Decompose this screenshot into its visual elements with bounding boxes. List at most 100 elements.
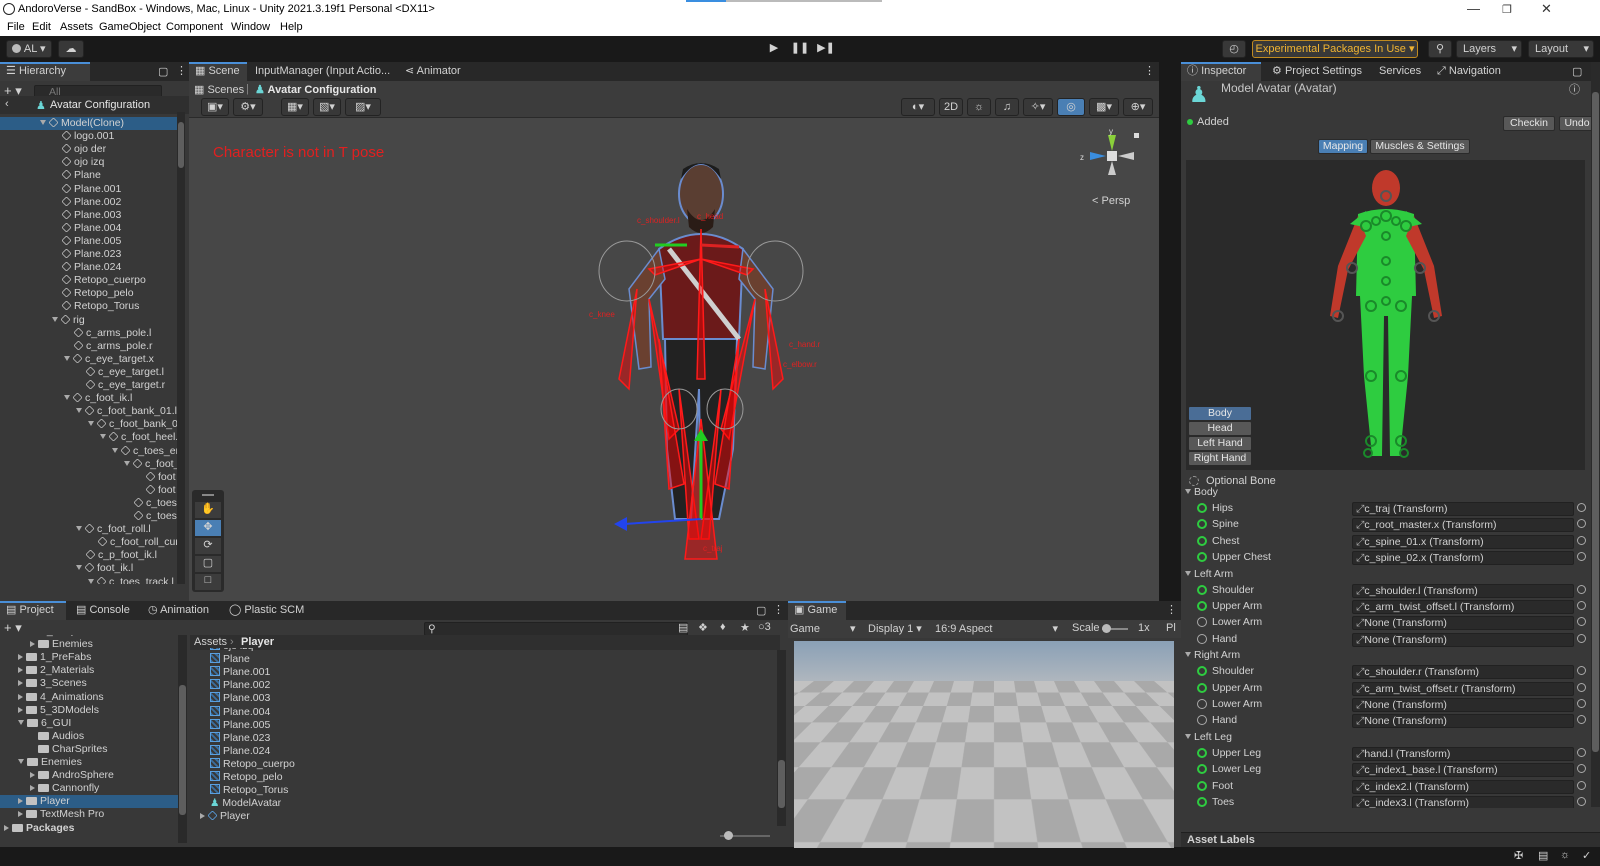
tab-plastic-scm[interactable]: ◯ Plastic SCM	[223, 601, 313, 620]
bone-transform-field[interactable]: ⤢c_index1_base.l (Transform)	[1352, 763, 1574, 778]
bone-transform-field[interactable]: ⤢c_root_master.x (Transform)	[1352, 518, 1574, 533]
snap-dropdown[interactable]: ▧▾	[313, 98, 341, 116]
project-files-scrollbar[interactable]	[777, 650, 786, 826]
avatar-config-breadcrumb[interactable]: ♟ Avatar Configuration	[255, 83, 377, 96]
collapse-arrow-icon[interactable]	[18, 654, 23, 661]
hierarchy-item[interactable]: ojo izq	[0, 156, 177, 169]
bone-section-header[interactable]: Right Arm	[1185, 649, 1240, 662]
experimental-packages-dropdown[interactable]: Experimental Packages In Use ▾	[1252, 40, 1418, 58]
collapse-arrow-icon[interactable]	[200, 813, 205, 820]
scene-visibility-toggle[interactable]: ◎	[1057, 98, 1085, 116]
hierarchy-item[interactable]: rig	[0, 314, 177, 327]
shading-mode-dropdown[interactable]: ◐▾	[901, 98, 935, 116]
hierarchy-item[interactable]: c_toes_er	[0, 445, 177, 458]
inspector-scrollbar[interactable]	[1591, 62, 1600, 807]
collapse-arrow-icon[interactable]	[30, 772, 35, 779]
layers-dropdown[interactable]: Layers ▾	[1456, 40, 1522, 58]
history-button[interactable]: ◴	[1222, 40, 1246, 58]
object-picker-icon[interactable]	[1577, 747, 1586, 757]
hierarchy-item[interactable]: foot_ik.l	[0, 562, 177, 575]
layout-dropdown[interactable]: Layout ▾	[1528, 40, 1594, 58]
bone-transform-field[interactable]: ⤢c_spine_02.x (Transform)	[1352, 551, 1574, 566]
bone-transform-field[interactable]: ⤢None (Transform)	[1352, 714, 1574, 729]
project-tree-scrollbar[interactable]	[178, 635, 187, 843]
tab-hierarchy[interactable]: ☰ Hierarchy	[0, 62, 90, 81]
hierarchy-item[interactable]: c_eye_target.x	[0, 353, 177, 366]
orientation-gizmo[interactable]: y z	[1078, 125, 1148, 185]
zoom-slider[interactable]	[720, 831, 770, 840]
expand-arrow-icon[interactable]	[76, 408, 82, 414]
project-file[interactable]: Retopo_cuerpo	[210, 757, 295, 771]
hierarchy-item[interactable]: c_foot_bank_0	[0, 418, 177, 431]
bone-transform-field[interactable]: ⤢c_arm_twist_offset.r (Transform)	[1352, 681, 1574, 696]
expand-arrow-icon[interactable]	[124, 460, 130, 466]
project-folder[interactable]: 6_GUI	[0, 717, 178, 730]
hierarchy-item[interactable]: c_foot_heel.	[0, 431, 177, 444]
project-folder[interactable]: CharSprites	[0, 743, 178, 756]
help-icon[interactable]: ⓘ	[1569, 81, 1580, 97]
breadcrumb-assets[interactable]: Assets	[194, 636, 227, 648]
lock-icon[interactable]: ▢	[158, 65, 168, 78]
hierarchy-item[interactable]: Plane	[0, 169, 177, 182]
tab-scene[interactable]: ▦ Scene	[189, 62, 247, 81]
tab-navigation[interactable]: ⤢ Navigation	[1431, 62, 1521, 81]
object-picker-icon[interactable]	[1577, 780, 1586, 790]
left-joystick[interactable]	[822, 781, 862, 821]
2d-toggle[interactable]: 2D	[939, 98, 963, 116]
hierarchy-item[interactable]: Plane.002	[0, 196, 177, 209]
hierarchy-item[interactable]: c_foot_roll_cur	[0, 536, 177, 549]
rotate-tool[interactable]: ⟳	[195, 538, 221, 554]
debug-icon[interactable]: ✠	[1514, 849, 1523, 862]
checkin-button[interactable]: Checkin	[1503, 116, 1555, 131]
search-button[interactable]: ⚲	[1428, 40, 1452, 58]
right-hand-view-button[interactable]: Right Hand	[1188, 451, 1252, 466]
audio-toggle[interactable]: ♫	[995, 98, 1019, 116]
game-mode-dropdown[interactable]: Game ▾	[790, 622, 856, 635]
create-asset-button[interactable]: + ▾	[4, 620, 22, 636]
hierarchy-item[interactable]: c_foot_bank_01.l	[0, 405, 177, 418]
tab-inspector[interactable]: ⓘ Inspector	[1181, 62, 1261, 81]
project-folder[interactable]: Cannonfly	[0, 782, 178, 795]
persp-label[interactable]: < Persp	[1092, 195, 1130, 207]
body-view-button[interactable]: Body	[1188, 406, 1252, 421]
bone-transform-field[interactable]: ⤢hand.l (Transform)	[1352, 746, 1574, 761]
lock-icon[interactable]: ▢	[1572, 65, 1582, 78]
project-folder[interactable]: 1_PreFabs	[0, 651, 178, 664]
object-picker-icon[interactable]	[1577, 552, 1586, 562]
bone-transform-field[interactable]: ⤢None (Transform)	[1352, 616, 1574, 631]
hierarchy-item[interactable]: foot	[0, 484, 177, 497]
cache-server-icon[interactable]: ▤	[1538, 849, 1548, 862]
tab-animator[interactable]: ⋖ Animator	[399, 62, 479, 81]
object-picker-icon[interactable]	[1577, 617, 1586, 627]
project-file[interactable]: Plane.003	[210, 692, 270, 705]
more-icon[interactable]: ⋮	[1144, 64, 1155, 77]
avatar-body-map[interactable]: Body Head Left Hand Right Hand	[1186, 160, 1585, 470]
tab-input-manager[interactable]: InputManager (Input Actio...	[249, 62, 399, 81]
project-folder[interactable]: 3_Scenes	[0, 677, 178, 690]
increment-snap-dropdown[interactable]: ▨▾	[345, 98, 381, 116]
object-picker-icon[interactable]	[1577, 764, 1586, 774]
project-folder[interactable]: Enemies	[0, 756, 178, 769]
expand-arrow-icon[interactable]	[52, 316, 58, 322]
menu-edit[interactable]: Edit	[32, 21, 51, 33]
project-file[interactable]: Retopo_Torus	[210, 784, 288, 797]
search-by-label-icon[interactable]: ❖	[698, 621, 708, 634]
asset-labels-bar[interactable]: Asset Labels	[1181, 832, 1600, 847]
collapse-arrow-icon[interactable]	[18, 798, 23, 805]
menu-file[interactable]: File	[7, 21, 25, 33]
bone-transform-field[interactable]: ⤢c_index3.l (Transform)	[1352, 796, 1574, 808]
project-folder[interactable]: 5_3DModels	[0, 704, 178, 717]
expand-arrow-icon[interactable]	[100, 434, 106, 440]
bone-transform-field[interactable]: ⤢c_shoulder.l (Transform)	[1352, 583, 1574, 598]
object-picker-icon[interactable]	[1577, 584, 1586, 594]
more-icon[interactable]: ⋮	[176, 64, 187, 77]
tab-muscles-settings[interactable]: Muscles & Settings	[1370, 139, 1470, 154]
favorite-icon[interactable]: ★	[740, 621, 750, 634]
hierarchy-item[interactable]: Retopo_cuerpo	[0, 274, 177, 287]
project-file[interactable]: Plane.023	[210, 731, 270, 745]
collapse-arrow-icon[interactable]	[18, 706, 23, 713]
move-tool[interactable]: ✥	[195, 520, 221, 536]
hierarchy-item[interactable]: foot	[0, 471, 177, 484]
expand-arrow-icon[interactable]	[1185, 652, 1191, 658]
left-hand-view-button[interactable]: Left Hand	[1188, 436, 1252, 451]
